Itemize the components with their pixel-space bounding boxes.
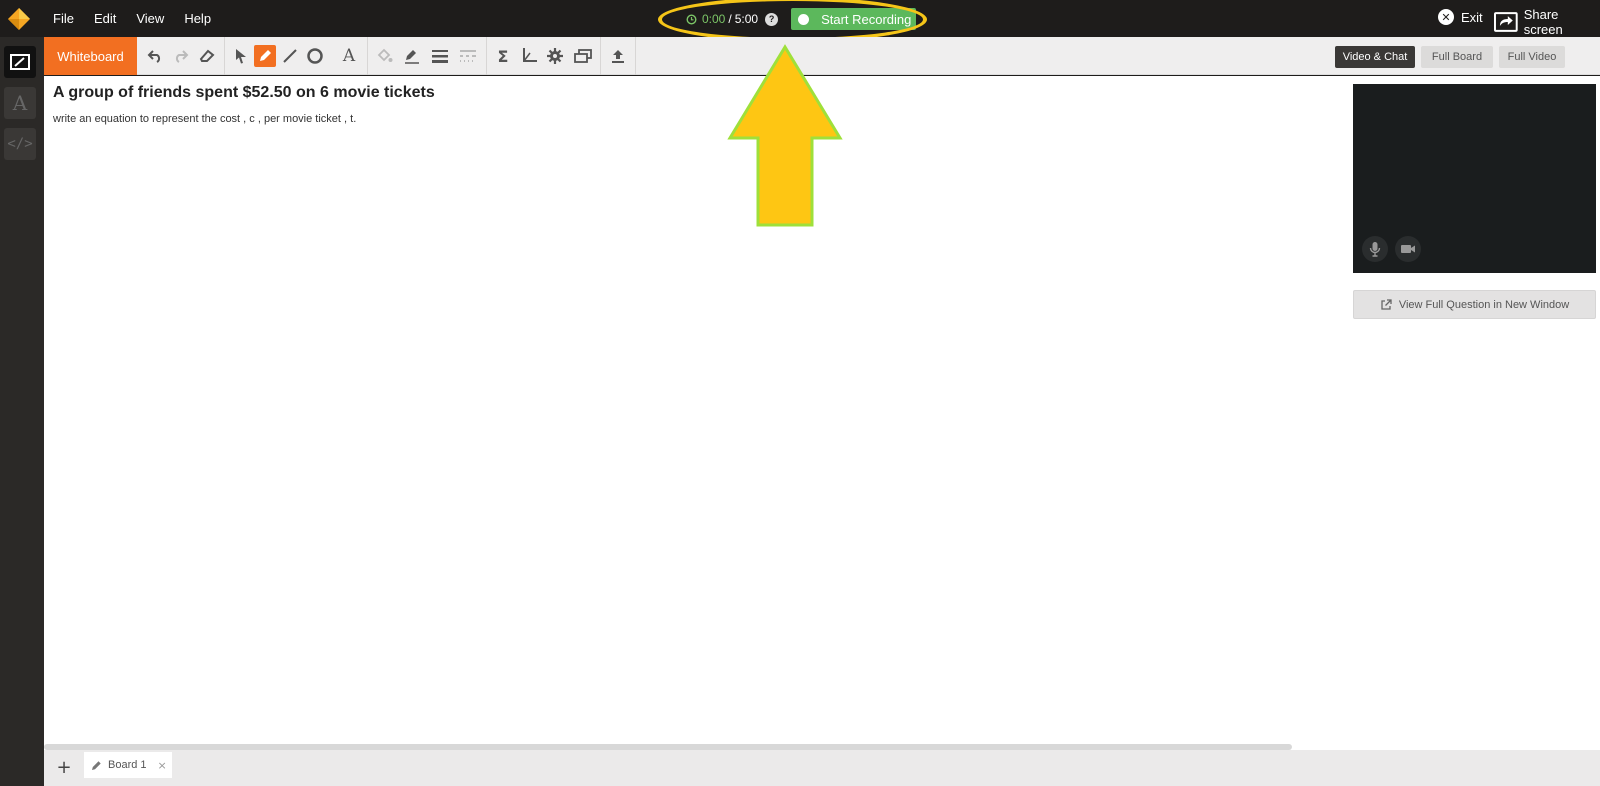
text-a-icon: A <box>12 91 28 115</box>
board-tabs-bar: + Board 1 × <box>44 750 1600 786</box>
left-rail: A </> <box>0 37 44 786</box>
upload-icon <box>612 50 624 63</box>
help-icon[interactable]: ? <box>765 12 779 26</box>
sigma-icon: Σ <box>497 46 509 66</box>
timer-limit: 5:00 <box>734 12 759 26</box>
stroke-color-button[interactable] <box>401 45 423 67</box>
share-screen-button[interactable]: Share screen <box>1494 7 1600 37</box>
fill-color-button[interactable] <box>374 45 396 67</box>
microphone-icon <box>1369 242 1381 257</box>
line-weight-icon <box>432 50 448 63</box>
share-screen-label: Share screen <box>1523 7 1563 37</box>
whiteboard-icon <box>10 54 30 70</box>
start-recording-label: Start Recording <box>821 11 912 27</box>
video-panel <box>1353 84 1596 273</box>
toolbar-divider <box>600 37 601 75</box>
image-stack-icon <box>574 49 592 63</box>
image-tool-button[interactable] <box>572 45 594 67</box>
select-tool-button[interactable] <box>230 45 252 67</box>
redo-icon <box>175 50 189 63</box>
eraser-icon <box>199 49 215 62</box>
menu-edit[interactable]: Edit <box>94 11 116 26</box>
annotation-up-arrow-icon <box>727 44 843 227</box>
view-full-question-button[interactable]: View Full Question in New Window <box>1353 290 1596 319</box>
circle-shape-icon <box>307 48 323 64</box>
pen-color-icon <box>405 50 419 64</box>
add-board-button[interactable]: + <box>56 757 72 778</box>
timer-elapsed: 0:00 <box>702 12 726 26</box>
camera-button[interactable] <box>1395 236 1421 262</box>
eraser-button[interactable] <box>196 45 218 67</box>
paint-bucket-icon <box>377 48 393 62</box>
recording-timer: 0:00 / 5:00 ? <box>686 12 779 26</box>
share-screen-icon <box>1494 12 1518 32</box>
close-board-icon[interactable]: × <box>158 759 167 772</box>
menu-file[interactable]: File <box>53 11 74 26</box>
rail-code-editor-button[interactable]: </> <box>4 128 36 160</box>
exit-label: Exit <box>1461 9 1483 25</box>
manipulatives-button[interactable] <box>544 45 566 67</box>
menu-bar: File Edit View Help <box>53 0 231 37</box>
line-width-button[interactable] <box>429 45 451 67</box>
question-body: write an equation to represent the cost … <box>53 113 357 125</box>
full-board-view-button[interactable]: Full Board <box>1421 46 1493 68</box>
board-tab[interactable]: Board 1 × <box>84 752 172 778</box>
code-icon: </> <box>7 136 33 152</box>
view-full-question-label: View Full Question in New Window <box>1398 298 1570 311</box>
clock-icon <box>686 13 697 25</box>
full-video-view-button[interactable]: Full Video <box>1499 46 1565 68</box>
rail-text-editor-button[interactable]: A <box>4 87 36 119</box>
toolbar-divider <box>635 37 636 75</box>
tab-whiteboard[interactable]: Whiteboard <box>44 37 137 75</box>
line-tool-button[interactable] <box>279 45 301 67</box>
pen-tool-button[interactable] <box>254 45 276 67</box>
line-style-button[interactable] <box>457 45 479 67</box>
board-tab-label: Board 1 <box>108 759 147 771</box>
external-link-icon <box>1381 298 1392 310</box>
shape-tool-button[interactable] <box>304 45 326 67</box>
record-dot-icon <box>798 13 810 25</box>
pencil-icon <box>92 760 101 770</box>
toolbar-divider <box>367 37 368 75</box>
close-circle-icon: ✕ <box>1438 9 1454 25</box>
pointer-icon <box>236 49 246 64</box>
redo-button[interactable] <box>170 45 192 67</box>
upload-button[interactable] <box>607 45 629 67</box>
undo-icon <box>147 50 161 63</box>
equation-tool-button[interactable]: Σ <box>492 45 514 67</box>
top-bar: File Edit View Help 0:00 / 5:00 ? Start … <box>0 0 1600 42</box>
rail-whiteboard-button[interactable] <box>4 46 36 78</box>
pencil-icon <box>260 50 271 61</box>
toolbar-divider <box>224 37 225 75</box>
menu-help[interactable]: Help <box>184 11 211 26</box>
graph-tool-button[interactable] <box>518 45 540 67</box>
menu-view[interactable]: View <box>136 11 164 26</box>
text-tool-button[interactable]: A <box>338 45 360 67</box>
toolbar-divider <box>486 37 487 75</box>
exit-button[interactable]: ✕ Exit <box>1438 9 1483 25</box>
gear-icon <box>547 48 563 64</box>
start-recording-button[interactable]: Start Recording <box>791 8 917 30</box>
question-title: A group of friends spent $52.50 on 6 mov… <box>53 84 435 101</box>
timer-separator: / <box>728 12 732 26</box>
undo-button[interactable] <box>144 45 166 67</box>
video-camera-icon <box>1401 245 1415 253</box>
text-tool-icon: A <box>342 46 356 66</box>
recording-area: 0:00 / 5:00 ? Start Recording <box>686 8 917 30</box>
line-icon <box>283 49 297 63</box>
video-chat-view-button[interactable]: Video & Chat <box>1335 46 1415 68</box>
graph-axes-icon <box>523 48 537 62</box>
microphone-button[interactable] <box>1362 236 1388 262</box>
logo-icon <box>8 8 30 30</box>
line-dash-icon <box>460 50 476 62</box>
